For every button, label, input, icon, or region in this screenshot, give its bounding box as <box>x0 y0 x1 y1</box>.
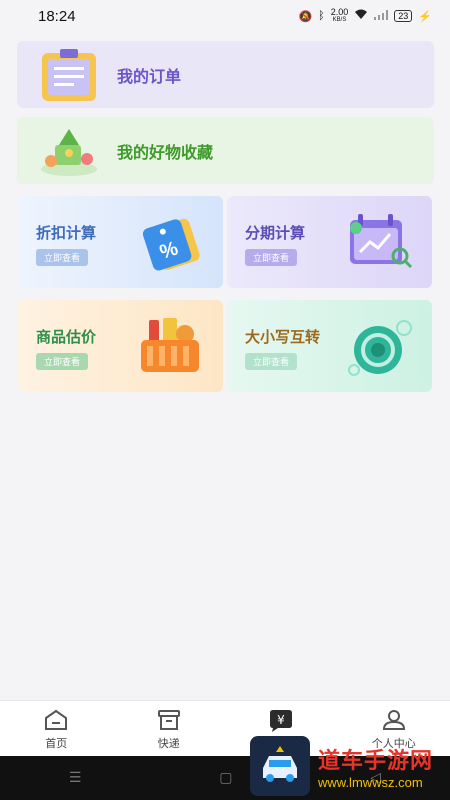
calendar-chart-icon <box>344 210 414 274</box>
card-title: 分期计算 <box>245 224 306 242</box>
view-now-button[interactable]: 立即查看 <box>245 249 298 266</box>
battery-indicator: 23 <box>394 10 413 22</box>
wifi-icon <box>354 9 368 23</box>
percent-tag-icon: % <box>135 210 205 274</box>
view-now-button[interactable]: 立即查看 <box>245 353 298 370</box>
mute-icon: 🔕 <box>298 10 313 23</box>
watermark-url: www.lmwwsz.com <box>318 774 423 790</box>
clipboard-icon <box>37 46 101 104</box>
card-title: 商品估价 <box>36 328 97 346</box>
status-icons: 🔕 ᛒ 2.00 KB/S 23 ⚡ <box>298 8 432 24</box>
menu-icon[interactable]: ☰ <box>69 770 82 786</box>
card-title: 大小写互转 <box>245 328 321 346</box>
network-speed-unit: KB/S <box>332 17 347 23</box>
watermark: 道车手游网 www.lmwwsz.com <box>250 736 433 796</box>
charging-icon: ⚡ <box>418 10 432 23</box>
view-now-button[interactable]: 立即查看 <box>36 249 89 266</box>
tab-express[interactable]: 快递 <box>113 701 226 756</box>
gift-basket-icon <box>37 122 101 180</box>
card-title: 折扣计算 <box>36 224 97 242</box>
yen-chat-icon: ¥ <box>266 709 296 733</box>
status-bar: 18:24 🔕 ᛒ 2.00 KB/S 23 ⚡ <box>0 0 450 32</box>
tab-label: 快递 <box>157 737 180 750</box>
watermark-title: 道车手游网 <box>318 748 434 774</box>
home-button-icon[interactable]: ▢ <box>219 770 232 786</box>
my-orders-title: 我的订单 <box>117 66 182 86</box>
network-speed: 2.00 KB/S <box>331 8 349 24</box>
shopping-basket-icon <box>135 314 205 378</box>
my-favorites-banner[interactable]: 我的好物收藏 <box>17 117 434 184</box>
coin-swap-icon <box>344 314 414 378</box>
home-icon <box>43 709 69 731</box>
tab-label: 首页 <box>45 737 68 750</box>
view-now-button[interactable]: 立即查看 <box>36 353 89 370</box>
bluetooth-icon: ᛒ <box>318 10 325 22</box>
price-estimate-card[interactable]: 商品估价 立即查看 <box>18 300 223 392</box>
discount-calculator-card[interactable]: 折扣计算 立即查看 % <box>18 196 223 288</box>
svg-text:¥: ¥ <box>277 713 285 727</box>
user-icon <box>381 709 407 731</box>
box-icon <box>156 709 182 731</box>
my-orders-banner[interactable]: 我的订单 <box>17 41 434 108</box>
status-time: 18:24 <box>38 7 76 25</box>
tab-home[interactable]: 首页 <box>0 701 113 756</box>
installment-calculator-card[interactable]: 分期计算 立即查看 <box>227 196 432 288</box>
my-favorites-title: 我的好物收藏 <box>117 142 214 162</box>
car-logo-icon <box>250 736 310 796</box>
case-convert-card[interactable]: 大小写互转 立即查看 <box>227 300 432 392</box>
network-speed-value: 2.00 <box>330 7 349 17</box>
signal-icon <box>374 9 389 23</box>
